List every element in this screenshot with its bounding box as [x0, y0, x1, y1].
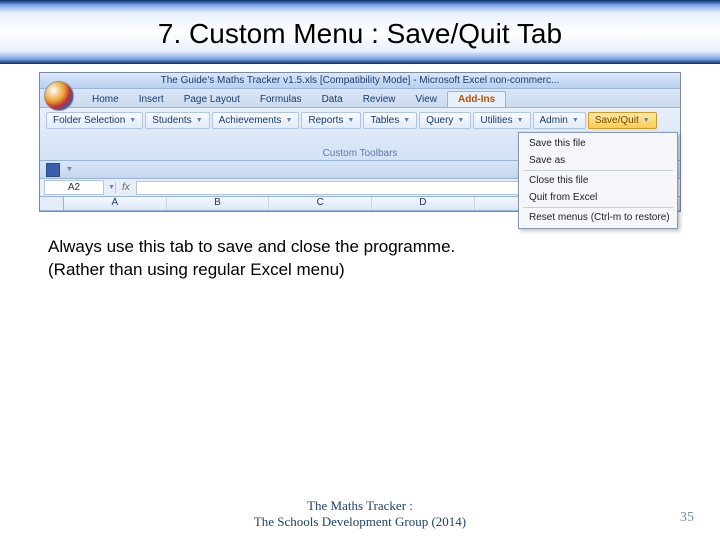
- chevron-down-icon: ▼: [457, 117, 464, 124]
- slide-footer: The Maths Tracker : The Schools Developm…: [0, 498, 720, 531]
- name-box[interactable]: A2: [44, 180, 104, 195]
- dd-save-as[interactable]: Save as: [519, 152, 677, 169]
- col-header-c[interactable]: C: [269, 197, 372, 210]
- dd-separator: [523, 170, 673, 171]
- menu-save-quit[interactable]: Save/Quit▼: [588, 112, 657, 129]
- page-number: 35: [680, 510, 694, 526]
- dd-save-this-file[interactable]: Save this file: [519, 135, 677, 152]
- custom-menu-row: Folder Selection▼ Students▼ Achievements…: [46, 112, 674, 129]
- tab-home[interactable]: Home: [82, 92, 129, 107]
- chevron-down-icon: ▼: [643, 117, 650, 124]
- fx-icon[interactable]: fx: [115, 182, 136, 193]
- tab-page-layout[interactable]: Page Layout: [174, 92, 250, 107]
- menu-query[interactable]: Query▼: [419, 112, 471, 129]
- menu-achievements[interactable]: Achievements▼: [212, 112, 300, 129]
- chevron-down-icon[interactable]: ▼: [108, 184, 115, 191]
- chevron-down-icon: ▼: [572, 117, 579, 124]
- col-header-b[interactable]: B: [167, 197, 270, 210]
- chevron-down-icon: ▼: [196, 117, 203, 124]
- menu-reports[interactable]: Reports▼: [301, 112, 361, 129]
- excel-screenshot: The Guide's Maths Tracker v1.5.xls [Comp…: [39, 72, 681, 212]
- slide-title-band: 7. Custom Menu : Save/Quit Tab: [0, 0, 720, 64]
- footer-line-1: The Maths Tracker :: [0, 498, 720, 514]
- tab-data[interactable]: Data: [312, 92, 353, 107]
- tab-review[interactable]: Review: [353, 92, 406, 107]
- ribbon-area: Home Insert Page Layout Formulas Data Re…: [40, 89, 680, 161]
- menu-utilities[interactable]: Utilities▼: [473, 112, 530, 129]
- chevron-down-icon: ▼: [347, 117, 354, 124]
- excel-titlebar: The Guide's Maths Tracker v1.5.xls [Comp…: [40, 73, 680, 89]
- ribbon-group-label: Custom Toolbars: [323, 148, 398, 159]
- dd-close-this-file[interactable]: Close this file: [519, 172, 677, 189]
- ribbon-body: Folder Selection▼ Students▼ Achievements…: [40, 107, 680, 161]
- tab-insert[interactable]: Insert: [129, 92, 174, 107]
- slide-body-text: Always use this tab to save and close th…: [48, 236, 672, 282]
- chevron-down-icon: ▼: [403, 117, 410, 124]
- save-quit-dropdown: Save this file Save as Close this file Q…: [518, 132, 678, 229]
- footer-line-2: The Schools Development Group (2014): [0, 514, 720, 530]
- body-line-1: Always use this tab to save and close th…: [48, 236, 672, 259]
- chevron-down-icon: ▼: [517, 117, 524, 124]
- menu-students[interactable]: Students▼: [145, 112, 209, 129]
- dd-reset-menus[interactable]: Reset menus (Ctrl-m to restore): [519, 209, 677, 226]
- menu-admin[interactable]: Admin▼: [533, 112, 586, 129]
- menu-folder-selection[interactable]: Folder Selection▼: [46, 112, 143, 129]
- chevron-down-icon[interactable]: ▼: [66, 166, 73, 173]
- chevron-down-icon: ▼: [129, 117, 136, 124]
- save-icon[interactable]: [46, 163, 60, 177]
- tab-formulas[interactable]: Formulas: [250, 92, 312, 107]
- chevron-down-icon: ▼: [285, 117, 292, 124]
- menu-tables[interactable]: Tables▼: [363, 112, 417, 129]
- ribbon-tabs: Home Insert Page Layout Formulas Data Re…: [40, 89, 680, 107]
- office-button-icon[interactable]: [44, 81, 74, 111]
- dd-separator: [523, 207, 673, 208]
- tab-add-ins[interactable]: Add-Ins: [447, 91, 506, 107]
- col-header-a[interactable]: A: [64, 197, 167, 210]
- body-line-2: (Rather than using regular Excel menu): [48, 259, 672, 282]
- dd-quit-from-excel[interactable]: Quit from Excel: [519, 189, 677, 206]
- tab-view[interactable]: View: [405, 92, 447, 107]
- select-all-corner[interactable]: [40, 197, 64, 210]
- excel-title-text: The Guide's Maths Tracker v1.5.xls [Comp…: [161, 75, 560, 86]
- slide-title: 7. Custom Menu : Save/Quit Tab: [0, 18, 720, 50]
- col-header-d[interactable]: D: [372, 197, 475, 210]
